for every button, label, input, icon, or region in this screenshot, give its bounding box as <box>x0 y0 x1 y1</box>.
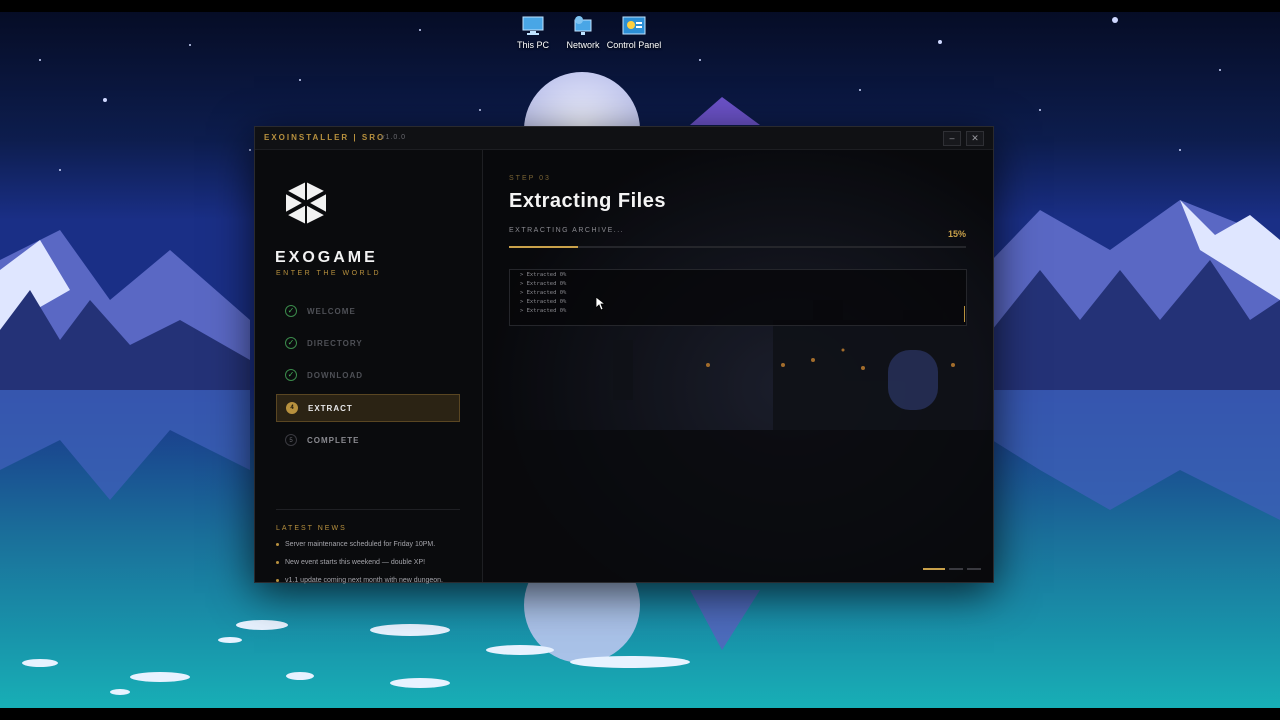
check-icon: ✓ <box>285 305 297 317</box>
bullet-icon <box>276 542 279 546</box>
computer-icon <box>521 16 545 36</box>
log-line: > Extracted 0% <box>520 281 567 287</box>
news-divider <box>276 509 460 510</box>
desktop-icon-this-pc[interactable]: This PC <box>505 16 561 50</box>
close-icon: ✕ <box>971 133 979 143</box>
desktop-icon-label: Network <box>566 40 600 50</box>
window-title: EXOINSTALLER | SRO <box>264 133 386 142</box>
step-number-badge: 5 <box>285 434 297 446</box>
extraction-log[interactable]: > Extracted 0% > Extracted 0% > Extracte… <box>509 269 967 326</box>
step-download[interactable]: ✓ DOWNLOAD <box>276 362 460 390</box>
control-panel-icon <box>622 16 646 36</box>
news-heading: LATEST NEWS <box>276 525 347 532</box>
step-label: EXTRACT <box>308 404 353 413</box>
log-scrollbar[interactable] <box>964 306 965 322</box>
close-button[interactable]: ✕ <box>966 131 984 146</box>
step-label: DOWNLOAD <box>307 371 363 380</box>
step-label: COMPLETE <box>307 436 360 445</box>
check-icon: ✓ <box>285 369 297 381</box>
log-line: > Extracted 0% <box>520 290 567 296</box>
step-label: WELCOME <box>307 307 356 316</box>
page-dot-active <box>923 568 945 570</box>
letterbox-bottom <box>0 708 1280 720</box>
step-extract[interactable]: 4 EXTRACT <box>276 394 460 422</box>
progress-bar <box>509 246 966 248</box>
minimize-icon: – <box>949 133 955 143</box>
progress-percent: 15% <box>947 229 966 239</box>
page-dot <box>967 568 981 570</box>
network-icon <box>571 16 595 36</box>
letterbox-top <box>0 0 1280 12</box>
news-text: Server maintenance scheduled for Friday … <box>285 541 436 548</box>
installer-window: EXOINSTALLER | SRO v1.0.0 – ✕ EXOGAME EN… <box>254 126 994 584</box>
progress-fill <box>509 246 578 248</box>
log-line: > Extracted 0% <box>520 299 567 305</box>
log-line: > Extracted 0% <box>520 272 567 278</box>
step-label: DIRECTORY <box>307 339 363 348</box>
title-bar[interactable]: EXOINSTALLER | SRO v1.0.0 – ✕ <box>255 127 993 150</box>
desktop-icon-network[interactable]: Network <box>555 16 611 50</box>
step-welcome[interactable]: ✓ WELCOME <box>276 298 460 326</box>
step-complete[interactable]: 5 COMPLETE <box>276 427 460 455</box>
bullet-icon <box>276 578 279 582</box>
status-text: EXTRACTING ARCHIVE... <box>509 227 625 234</box>
news-item: New event starts this weekend — double X… <box>276 559 425 566</box>
step-directory[interactable]: ✓ DIRECTORY <box>276 330 460 358</box>
bullet-icon <box>276 560 279 564</box>
desktop-icon-control-panel[interactable]: Control Panel <box>606 16 662 50</box>
check-icon: ✓ <box>285 337 297 349</box>
minimize-button[interactable]: – <box>943 131 961 146</box>
desktop-icon-label: Control Panel <box>606 40 662 50</box>
castle-background-image <box>483 150 993 582</box>
news-item: Server maintenance scheduled for Friday … <box>276 541 435 548</box>
news-text: v1.1 update coming next month with new d… <box>285 577 443 584</box>
sidebar: EXOGAME ENTER THE WORLD ✓ WELCOME ✓ DIRE… <box>255 150 483 584</box>
news-item: v1.1 update coming next month with new d… <box>276 577 443 584</box>
desktop-icon-label: This PC <box>516 40 549 50</box>
log-line: > Extracted 0% <box>520 308 567 314</box>
news-text: New event starts this weekend — double X… <box>285 559 426 566</box>
step-number-badge: 4 <box>286 402 298 414</box>
brand-name: EXOGAME <box>275 249 378 266</box>
page-title: Extracting Files <box>509 190 666 212</box>
version-label: v1.0.0 <box>381 134 407 141</box>
step-number-label: STEP 03 <box>509 175 551 182</box>
mouse-cursor-icon <box>596 297 606 311</box>
exogame-logo-icon <box>285 182 327 224</box>
brand-tagline: ENTER THE WORLD <box>276 270 382 277</box>
main-panel: STEP 03 Extracting Files EXTRACTING ARCH… <box>483 150 993 582</box>
page-dot <box>949 568 963 570</box>
